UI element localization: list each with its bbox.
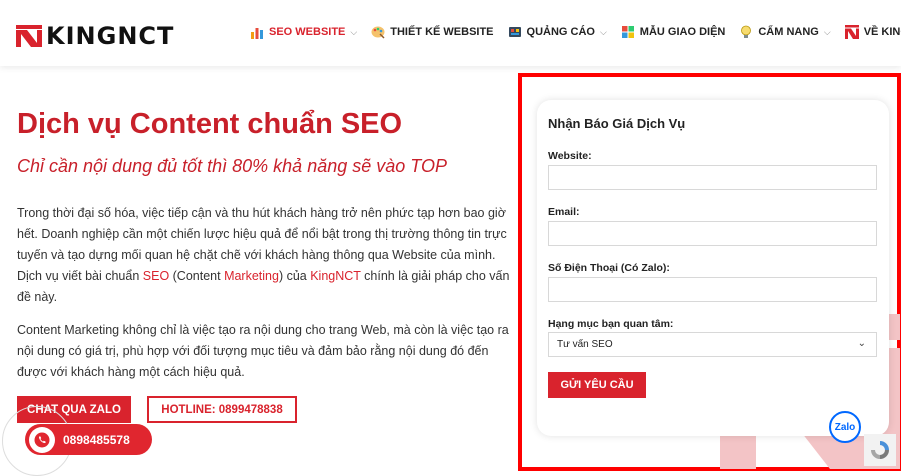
phone-label: Số Điện Thoại (Có Zalo): xyxy=(548,262,670,274)
chevron-down-icon: ⌵ xyxy=(823,26,831,37)
nav-item-cam-nang[interactable]: CẨM NANG ⌵ xyxy=(739,25,831,39)
nav-item-ve-kingnct[interactable]: VỀ KINGNCT ⌵ xyxy=(844,25,901,39)
bar-chart-icon xyxy=(251,28,263,39)
link-seo[interactable]: SEO xyxy=(143,269,169,283)
link-marketing[interactable]: Marketing xyxy=(224,269,279,283)
logo-text: KINGNCT xyxy=(46,22,175,50)
quote-form-card: Nhận Báo Giá Dịch Vụ Website: Email: Số … xyxy=(537,100,889,436)
lightbulb-icon xyxy=(741,25,752,38)
chevron-down-icon: ⌵ xyxy=(350,26,358,37)
website-field[interactable] xyxy=(548,165,877,190)
nav-item-mau-giao-dien[interactable]: MẪU GIAO DIỆN xyxy=(621,25,726,39)
intro-text: (Content xyxy=(169,269,225,283)
palette-icon xyxy=(371,26,385,39)
nav-item-thiet-ke-website[interactable]: THIẾT KẾ WEBSITE xyxy=(371,25,494,39)
kingnct-logo-icon xyxy=(844,25,859,39)
nav-label: QUẢNG CÁO xyxy=(526,26,595,38)
email-label: Email: xyxy=(548,206,580,218)
intro-paragraph: Trong thời đại số hóa, việc tiếp cận và … xyxy=(17,203,512,308)
nav-item-seo-website[interactable]: SEO WEBSITE ⌵ xyxy=(250,25,357,39)
link-kingnct[interactable]: KingNCT xyxy=(310,269,360,283)
nav-label: THIẾT KẾ WEBSITE xyxy=(390,26,494,38)
megaphone-icon xyxy=(508,27,521,37)
page-title: Dịch vụ Content chuẩn SEO xyxy=(17,108,403,140)
website-label: Website: xyxy=(548,150,592,162)
phone-number: 0898485578 xyxy=(63,432,130,447)
phone-icon xyxy=(29,426,55,453)
email-field[interactable] xyxy=(548,221,877,246)
zalo-chat-icon[interactable]: Zalo xyxy=(829,411,861,443)
phone-field[interactable] xyxy=(548,277,877,302)
chevron-down-icon: ⌵ xyxy=(599,26,607,37)
page-subtitle: Chỉ cần nội dung đủ tốt thì 80% khả năng… xyxy=(17,156,447,176)
form-title: Nhận Báo Giá Dịch Vụ xyxy=(548,116,686,131)
site-header: KINGNCT SEO WEBSITE ⌵ THIẾT KẾ WEBSITE Q… xyxy=(0,0,901,66)
category-selected-value: Tư vấn SEO xyxy=(557,339,613,350)
hotline-button[interactable]: HOTLINE: 0899478838 xyxy=(147,396,297,423)
nav-item-quang-cao[interactable]: QUẢNG CÁO ⌵ xyxy=(508,25,607,39)
intro-text: ) của xyxy=(278,269,311,283)
nav-label: VỀ KINGNCT xyxy=(863,26,901,38)
nav-label: MẪU GIAO DIỆN xyxy=(639,26,726,38)
chevron-down-icon: ⌄ xyxy=(857,338,866,349)
kingnct-logo-icon xyxy=(16,25,42,47)
nav-label: SEO WEBSITE xyxy=(269,26,346,38)
site-logo[interactable]: KINGNCT xyxy=(16,22,174,50)
content-marketing-paragraph: Content Marketing không chỉ là việc tạo … xyxy=(17,323,509,379)
main-nav: SEO WEBSITE ⌵ THIẾT KẾ WEBSITE QUẢNG CÁO… xyxy=(250,25,901,39)
windows-grid-icon xyxy=(621,26,634,38)
submit-request-button[interactable]: GỬI YÊU CẦU xyxy=(548,372,646,398)
category-label: Hạng mục bạn quan tâm: xyxy=(548,318,674,330)
category-select[interactable]: Tư vấn SEO ⌄ xyxy=(548,332,877,357)
nav-label: CẨM NANG xyxy=(758,26,819,38)
recaptcha-icon[interactable] xyxy=(864,434,896,466)
main-content: Dịch vụ Content chuẩn SEO Chỉ cần nội du… xyxy=(0,66,901,476)
call-phone-button[interactable]: 0898485578 xyxy=(25,424,152,455)
